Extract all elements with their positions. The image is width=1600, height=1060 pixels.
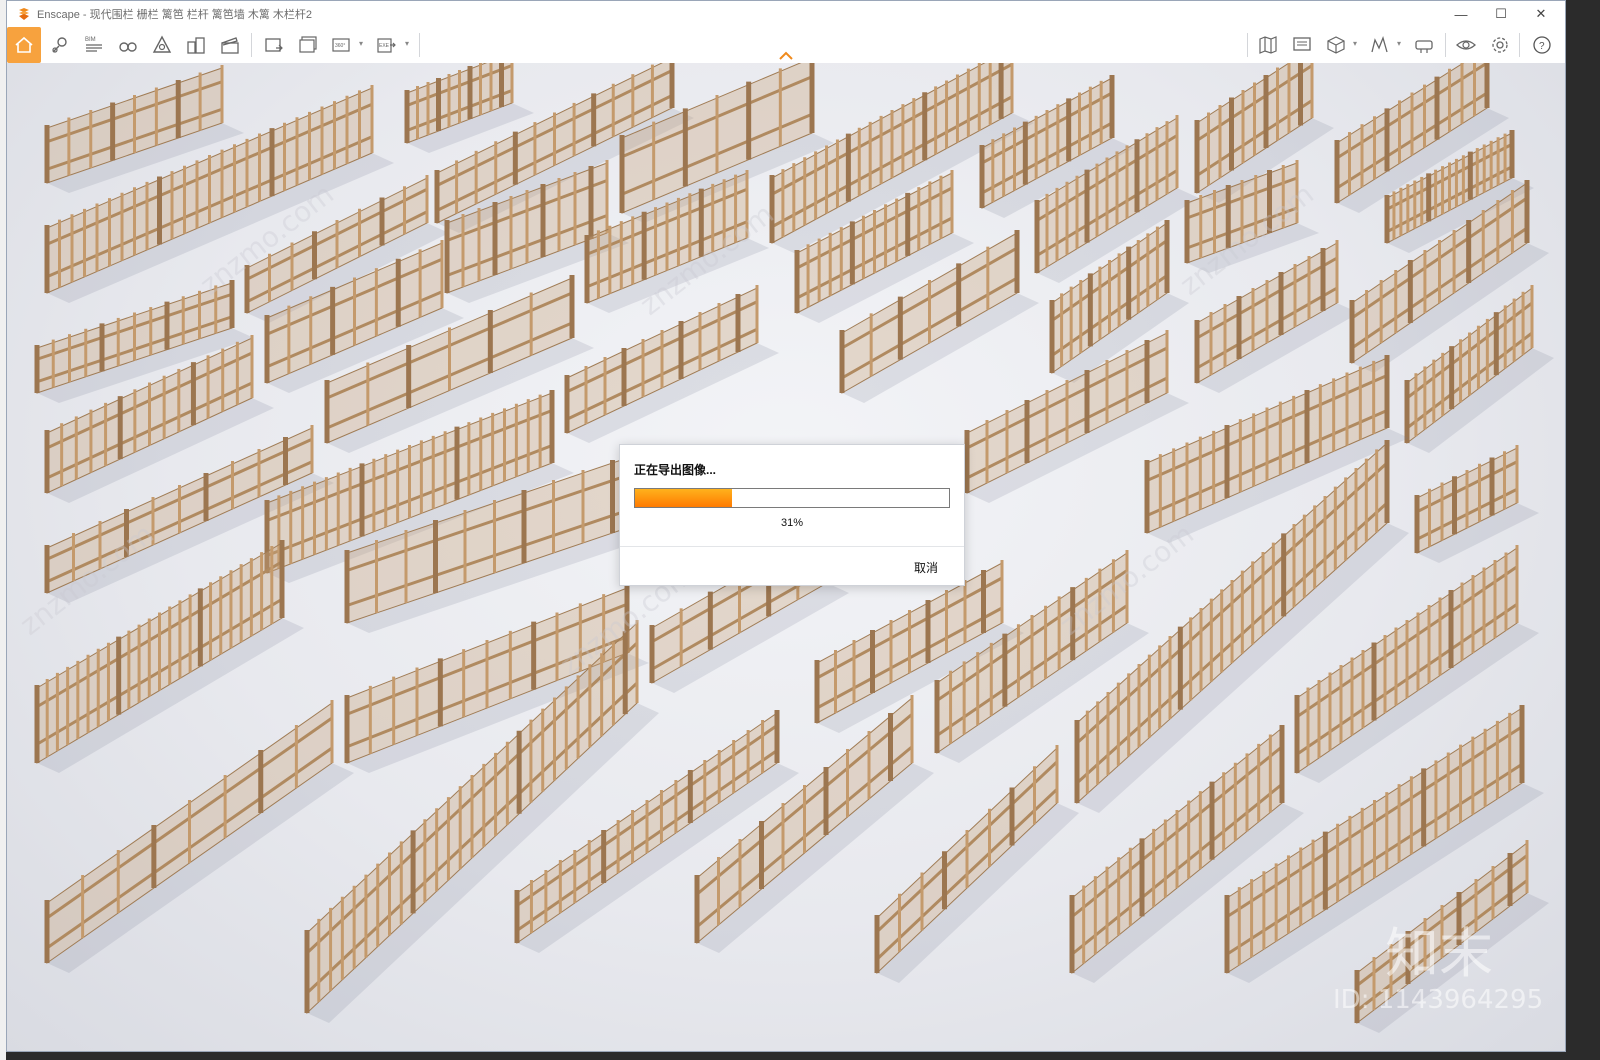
batch-render-button[interactable] [293,30,323,60]
cube-button[interactable] [1321,30,1351,60]
progress-bar-fill [635,489,733,507]
toolbar-separator [419,33,420,57]
dialog-divider [620,546,964,547]
gear-icon [1492,37,1508,53]
buildings-icon [187,37,205,54]
video-editor-button[interactable] [215,30,245,60]
enscape-logo-icon [19,8,29,20]
export-progress-dialog: 正在导出图像... 31% 取消 [619,444,965,586]
screenshot-button[interactable] [259,30,289,60]
visual-settings-button[interactable] [1451,30,1481,60]
asset-library-button[interactable] [45,30,75,60]
monitor-button[interactable] [1287,30,1317,60]
progress-bar [634,488,950,508]
eye-icon [1456,40,1476,50]
buildings-button[interactable] [181,30,211,60]
cube-icon [1327,36,1345,54]
toolbar-separator [1445,33,1446,57]
vr-headset-icon [1415,40,1433,53]
map-button[interactable] [1253,30,1283,60]
panorama-button[interactable]: 360° [327,30,357,60]
cancel-button[interactable]: 取消 [914,559,938,576]
dialog-title: 正在导出图像... [634,463,717,477]
enscape-window: Enscape - 现代围栏 栅栏 篱笆 栏杆 篱笆墙 木篱 木栏杆2 — ☐ … [6,0,1566,1052]
home-icon [15,36,33,53]
export-exe-icon: EXE [377,38,396,53]
watermark-id: ID: 1143964295 [1333,985,1544,1015]
watermark-logo: 知末 [1385,922,1493,985]
progress-percent: 31% [780,517,804,529]
maximize-button[interactable]: ☐ [1481,1,1521,27]
binoculars-icon [119,42,137,52]
batch-render-icon [299,36,317,53]
map-icon [1259,36,1277,54]
fence-segment [564,285,779,443]
minimize-button[interactable]: — [1441,1,1481,27]
bim-icon: BIM [85,37,102,52]
toolbar-separator [251,33,252,57]
atmosphere-icon [152,35,172,53]
window-title: Enscape - 现代围栏 栅栏 篱笆 栏杆 篱笆墙 木篱 木栏杆2 [37,9,313,21]
fence-segment [1414,445,1539,563]
asset-library-icon [52,37,67,53]
chevron-down-icon[interactable]: ▾ [1397,39,1405,48]
bim-button[interactable]: BIM [79,30,109,60]
vr-button[interactable] [1409,30,1439,60]
chevron-down-icon[interactable]: ▾ [1353,39,1361,48]
settings-button[interactable] [1485,30,1515,60]
chevron-down-icon[interactable]: ▾ [405,39,413,48]
chart-button[interactable] [1365,30,1395,60]
svg-text:?: ? [1539,41,1545,52]
screenshot-icon [265,38,283,52]
monitor-icon [1293,37,1311,51]
home-button[interactable] [7,27,41,63]
collapse-toolbar-icon[interactable] [778,50,794,62]
title-bar: Enscape - 现代围栏 栅栏 篱笆 栏杆 篱笆墙 木篱 木栏杆2 — ☐ … [7,1,1565,27]
clapper-icon [221,37,239,54]
export-exe-button[interactable]: EXE [371,30,401,60]
svg-text:EXE: EXE [379,43,390,49]
svg-text:360°: 360° [335,43,345,49]
views-button[interactable] [113,30,143,60]
help-icon: ? [1533,36,1551,54]
panorama-360-icon: 360° [332,38,350,52]
toolbar-separator [1519,33,1520,57]
atmosphere-button[interactable] [147,30,177,60]
toolbar-separator [1247,33,1248,57]
close-button[interactable]: ✕ [1521,1,1561,27]
svg-text:BIM: BIM [85,37,96,43]
chart-icon [1371,35,1388,53]
help-button[interactable]: ? [1527,30,1557,60]
chevron-down-icon[interactable]: ▾ [359,39,367,48]
